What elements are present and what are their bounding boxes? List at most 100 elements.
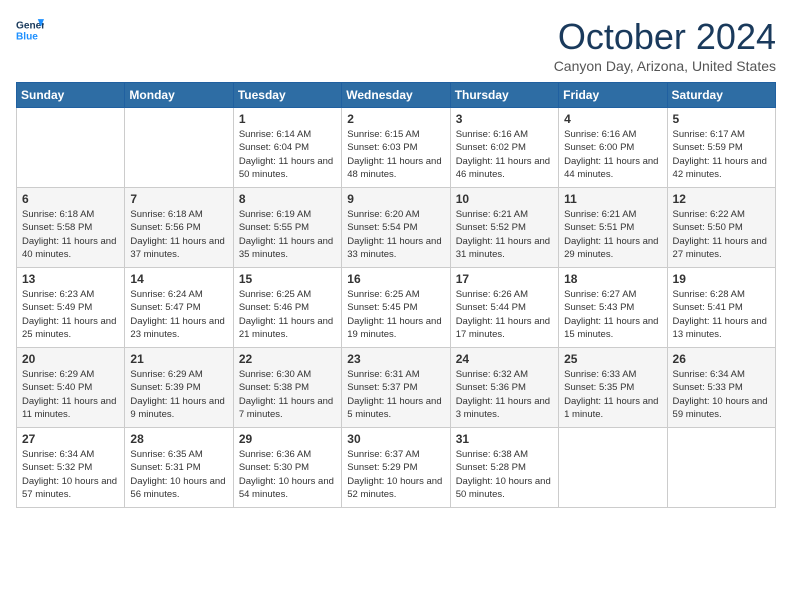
calendar-cell: 19 Sunrise: 6:28 AM Sunset: 5:41 PM Dayli… (667, 268, 775, 348)
day-number: 5 (673, 112, 770, 126)
day-number: 17 (456, 272, 553, 286)
day-info: Sunrise: 6:30 AM Sunset: 5:38 PM Dayligh… (239, 368, 336, 421)
day-info: Sunrise: 6:28 AM Sunset: 5:41 PM Dayligh… (673, 288, 770, 341)
logo-icon: General Blue (16, 16, 44, 44)
day-info: Sunrise: 6:15 AM Sunset: 6:03 PM Dayligh… (347, 128, 444, 181)
day-info: Sunrise: 6:21 AM Sunset: 5:51 PM Dayligh… (564, 208, 661, 261)
day-info: Sunrise: 6:33 AM Sunset: 5:35 PM Dayligh… (564, 368, 661, 421)
calendar-cell: 16 Sunrise: 6:25 AM Sunset: 5:45 PM Dayli… (342, 268, 450, 348)
weekday-header-tuesday: Tuesday (233, 83, 341, 108)
day-number: 13 (22, 272, 119, 286)
day-number: 16 (347, 272, 444, 286)
day-number: 15 (239, 272, 336, 286)
week-row-1: 6 Sunrise: 6:18 AM Sunset: 5:58 PM Daylig… (17, 188, 776, 268)
weekday-header-saturday: Saturday (667, 83, 775, 108)
day-info: Sunrise: 6:17 AM Sunset: 5:59 PM Dayligh… (673, 128, 770, 181)
day-number: 4 (564, 112, 661, 126)
day-number: 29 (239, 432, 336, 446)
day-number: 19 (673, 272, 770, 286)
day-number: 21 (130, 352, 227, 366)
weekday-header-monday: Monday (125, 83, 233, 108)
day-number: 1 (239, 112, 336, 126)
week-row-0: 1Sunrise: 6:14 AM Sunset: 6:04 PM Daylig… (17, 108, 776, 188)
day-number: 25 (564, 352, 661, 366)
calendar-cell: 23 Sunrise: 6:31 AM Sunset: 5:37 PM Dayli… (342, 348, 450, 428)
day-info: Sunrise: 6:25 AM Sunset: 5:46 PM Dayligh… (239, 288, 336, 341)
day-info: Sunrise: 6:16 AM Sunset: 6:00 PM Dayligh… (564, 128, 661, 181)
day-info: Sunrise: 6:36 AM Sunset: 5:30 PM Dayligh… (239, 448, 336, 501)
day-info: Sunrise: 6:27 AM Sunset: 5:43 PM Dayligh… (564, 288, 661, 341)
day-number: 30 (347, 432, 444, 446)
calendar-cell: 28Sunrise: 6:35 AM Sunset: 5:31 PM Dayli… (125, 428, 233, 508)
day-info: Sunrise: 6:31 AM Sunset: 5:37 PM Dayligh… (347, 368, 444, 421)
calendar-cell (17, 108, 125, 188)
day-info: Sunrise: 6:35 AM Sunset: 5:31 PM Dayligh… (130, 448, 227, 501)
week-row-3: 20 Sunrise: 6:29 AM Sunset: 5:40 PM Dayli… (17, 348, 776, 428)
title-area: October 2024 Canyon Day, Arizona, United… (554, 16, 776, 74)
calendar-cell: 14 Sunrise: 6:24 AM Sunset: 5:47 PM Dayli… (125, 268, 233, 348)
page-header: General Blue October 2024 Canyon Day, Ar… (16, 16, 776, 74)
calendar-cell: 21 Sunrise: 6:29 AM Sunset: 5:39 PM Dayli… (125, 348, 233, 428)
weekday-header-wednesday: Wednesday (342, 83, 450, 108)
calendar-cell: 20 Sunrise: 6:29 AM Sunset: 5:40 PM Dayli… (17, 348, 125, 428)
day-number: 12 (673, 192, 770, 206)
weekday-header-thursday: Thursday (450, 83, 558, 108)
day-info: Sunrise: 6:18 AM Sunset: 5:58 PM Dayligh… (22, 208, 119, 261)
day-number: 7 (130, 192, 227, 206)
calendar-table: SundayMondayTuesdayWednesdayThursdayFrid… (16, 82, 776, 508)
calendar-cell: 31Sunrise: 6:38 AM Sunset: 5:28 PM Dayli… (450, 428, 558, 508)
day-number: 14 (130, 272, 227, 286)
day-info: Sunrise: 6:26 AM Sunset: 5:44 PM Dayligh… (456, 288, 553, 341)
calendar-cell: 5 Sunrise: 6:17 AM Sunset: 5:59 PM Daylig… (667, 108, 775, 188)
day-info: Sunrise: 6:37 AM Sunset: 5:29 PM Dayligh… (347, 448, 444, 501)
week-row-4: 27 Sunrise: 6:34 AM Sunset: 5:32 PM Dayli… (17, 428, 776, 508)
calendar-cell: 11 Sunrise: 6:21 AM Sunset: 5:51 PM Dayli… (559, 188, 667, 268)
logo: General Blue (16, 16, 44, 44)
day-number: 20 (22, 352, 119, 366)
day-info: Sunrise: 6:29 AM Sunset: 5:40 PM Dayligh… (22, 368, 119, 421)
day-info: Sunrise: 6:20 AM Sunset: 5:54 PM Dayligh… (347, 208, 444, 261)
calendar-cell (667, 428, 775, 508)
calendar-cell: 22 Sunrise: 6:30 AM Sunset: 5:38 PM Dayli… (233, 348, 341, 428)
calendar-cell: 3Sunrise: 6:16 AM Sunset: 6:02 PM Daylig… (450, 108, 558, 188)
day-info: Sunrise: 6:21 AM Sunset: 5:52 PM Dayligh… (456, 208, 553, 261)
day-info: Sunrise: 6:38 AM Sunset: 5:28 PM Dayligh… (456, 448, 553, 501)
calendar-cell: 12 Sunrise: 6:22 AM Sunset: 5:50 PM Dayli… (667, 188, 775, 268)
calendar-cell: 18 Sunrise: 6:27 AM Sunset: 5:43 PM Dayli… (559, 268, 667, 348)
day-info: Sunrise: 6:24 AM Sunset: 5:47 PM Dayligh… (130, 288, 227, 341)
calendar-cell (559, 428, 667, 508)
day-number: 2 (347, 112, 444, 126)
weekday-header-sunday: Sunday (17, 83, 125, 108)
calendar-cell: 2 Sunrise: 6:15 AM Sunset: 6:03 PM Daylig… (342, 108, 450, 188)
calendar-cell: 10 Sunrise: 6:21 AM Sunset: 5:52 PM Dayli… (450, 188, 558, 268)
day-info: Sunrise: 6:32 AM Sunset: 5:36 PM Dayligh… (456, 368, 553, 421)
weekday-header-row: SundayMondayTuesdayWednesdayThursdayFrid… (17, 83, 776, 108)
day-number: 27 (22, 432, 119, 446)
weekday-header-friday: Friday (559, 83, 667, 108)
calendar-cell: 8 Sunrise: 6:19 AM Sunset: 5:55 PM Daylig… (233, 188, 341, 268)
calendar-cell: 25 Sunrise: 6:33 AM Sunset: 5:35 PM Dayli… (559, 348, 667, 428)
day-info: Sunrise: 6:22 AM Sunset: 5:50 PM Dayligh… (673, 208, 770, 261)
day-number: 8 (239, 192, 336, 206)
day-number: 9 (347, 192, 444, 206)
location: Canyon Day, Arizona, United States (554, 58, 776, 74)
day-number: 11 (564, 192, 661, 206)
calendar-cell: 27 Sunrise: 6:34 AM Sunset: 5:32 PM Dayli… (17, 428, 125, 508)
day-info: Sunrise: 6:23 AM Sunset: 5:49 PM Dayligh… (22, 288, 119, 341)
day-number: 3 (456, 112, 553, 126)
calendar-cell: 9 Sunrise: 6:20 AM Sunset: 5:54 PM Daylig… (342, 188, 450, 268)
day-number: 6 (22, 192, 119, 206)
calendar-cell: 24Sunrise: 6:32 AM Sunset: 5:36 PM Dayli… (450, 348, 558, 428)
calendar-cell: 26Sunrise: 6:34 AM Sunset: 5:33 PM Dayli… (667, 348, 775, 428)
day-info: Sunrise: 6:25 AM Sunset: 5:45 PM Dayligh… (347, 288, 444, 341)
day-number: 23 (347, 352, 444, 366)
calendar-cell: 13 Sunrise: 6:23 AM Sunset: 5:49 PM Dayli… (17, 268, 125, 348)
day-number: 10 (456, 192, 553, 206)
day-info: Sunrise: 6:34 AM Sunset: 5:32 PM Dayligh… (22, 448, 119, 501)
day-number: 18 (564, 272, 661, 286)
day-info: Sunrise: 6:29 AM Sunset: 5:39 PM Dayligh… (130, 368, 227, 421)
day-number: 22 (239, 352, 336, 366)
calendar-cell: 29 Sunrise: 6:36 AM Sunset: 5:30 PM Dayli… (233, 428, 341, 508)
day-info: Sunrise: 6:19 AM Sunset: 5:55 PM Dayligh… (239, 208, 336, 261)
day-number: 26 (673, 352, 770, 366)
